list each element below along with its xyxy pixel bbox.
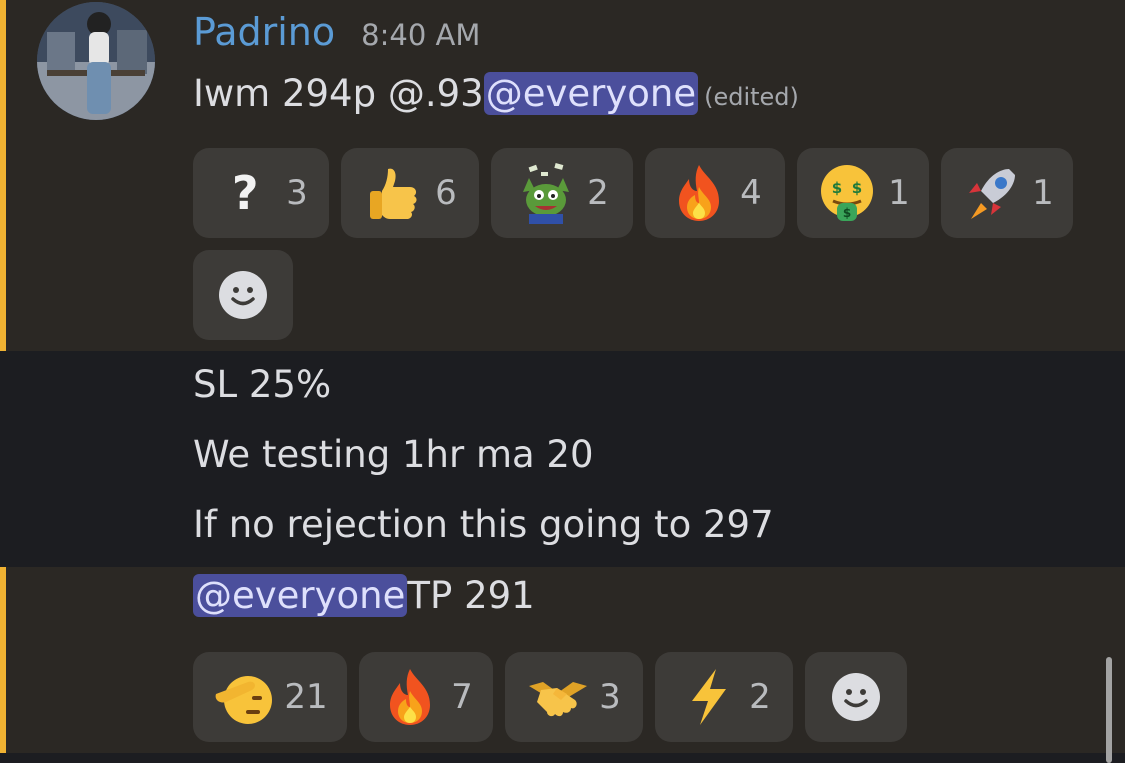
reaction-fire[interactable]: 7 [359, 652, 493, 742]
message-line: If no rejection this going to 297 [193, 503, 774, 546]
message-line: SL 25% [193, 363, 332, 406]
mention-highlight-bar [0, 0, 6, 351]
avatar[interactable] [37, 2, 155, 120]
money-mouth-face-icon: $ $ $ [816, 162, 878, 224]
message-header: Padrino 8:40 AM [193, 10, 480, 54]
thumbs-up-icon [363, 162, 425, 224]
message-line: We testing 1hr ma 20 [193, 433, 594, 476]
edited-label: (edited) [704, 82, 799, 111]
reaction-count: 21 [284, 677, 328, 717]
bottom-divider [0, 753, 1125, 763]
rocket-icon [960, 162, 1022, 224]
reaction-count: 6 [435, 173, 457, 213]
message-content: Iwm 294p @.93 @everyone (edited) [193, 72, 799, 115]
svg-text:$: $ [832, 179, 842, 197]
reaction-count: 3 [599, 677, 621, 717]
message-text: TP 291 [407, 574, 535, 617]
smiley-face-icon [825, 666, 887, 728]
question-mark-icon: ? [231, 166, 259, 220]
reactions-bar: ? 3 6 2 4 $ $ $ 1 1 [193, 148, 1073, 238]
reaction-handshake[interactable]: 3 [505, 652, 643, 742]
reaction-count: 3 [286, 173, 308, 213]
lightning-icon [677, 666, 739, 728]
reaction-money-mouth[interactable]: $ $ $ 1 [797, 148, 929, 238]
mention-everyone[interactable]: @everyone [483, 72, 699, 115]
add-reaction-row [193, 250, 293, 340]
smiley-face-icon [212, 264, 274, 326]
mention-everyone[interactable]: @everyone [193, 574, 408, 617]
reaction-saluting-face[interactable]: 21 [193, 652, 347, 742]
reaction-fire[interactable]: 4 [645, 148, 785, 238]
timestamp[interactable]: 8:40 AM [361, 18, 480, 52]
reactions-bar: 21 7 3 2 [193, 652, 907, 742]
reaction-rocket[interactable]: 1 [941, 148, 1073, 238]
reaction-lightning[interactable]: 2 [655, 652, 793, 742]
add-reaction-button[interactable] [193, 250, 293, 340]
add-reaction-button[interactable] [805, 652, 907, 742]
reaction-pepe-money[interactable]: 2 [491, 148, 633, 238]
reaction-count: 2 [587, 173, 609, 213]
saluting-face-icon [212, 666, 274, 728]
fire-icon [379, 666, 441, 728]
reaction-question[interactable]: ? 3 [193, 148, 329, 238]
reaction-thumbs-up[interactable]: 6 [341, 148, 479, 238]
handshake-icon [527, 666, 589, 728]
message-text: Iwm 294p @.93 [193, 72, 484, 115]
reaction-count: 1 [1032, 173, 1054, 213]
pepe-money-icon [515, 162, 577, 224]
reaction-count: 2 [749, 677, 771, 717]
reaction-count: 4 [740, 173, 762, 213]
username[interactable]: Padrino [193, 10, 335, 54]
svg-text:$: $ [843, 206, 851, 220]
mention-highlight-bar [0, 567, 6, 753]
reaction-count: 1 [888, 173, 910, 213]
fire-icon [668, 162, 730, 224]
scrollbar[interactable] [1106, 657, 1112, 763]
message-content: @everyone TP 291 [193, 574, 535, 617]
reaction-count: 7 [451, 677, 473, 717]
svg-text:$: $ [852, 179, 862, 197]
